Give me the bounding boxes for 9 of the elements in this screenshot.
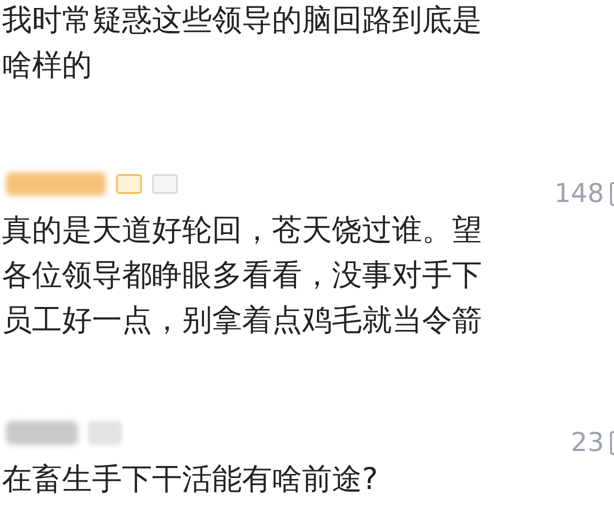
level-badge-icon [116,174,142,194]
comment-text: 真的是天道好轮回，苍天饶过谁。望各位领导都睁眼多看看，没事对手下员工好一点，别拿着点鸡毛就当令箭 [1,212,483,340]
comment-text: 在畜生手下干活能有啥前途? [1,461,379,499]
blurred-badge [88,421,122,445]
like-count: 148 [554,178,604,210]
like-count: 23 [570,426,604,460]
comment-text: 我时常疑惑这些领导的脑回路到底是啥样的 [1,2,483,85]
id-badge-icon [152,174,178,194]
blurred-username [6,421,78,445]
